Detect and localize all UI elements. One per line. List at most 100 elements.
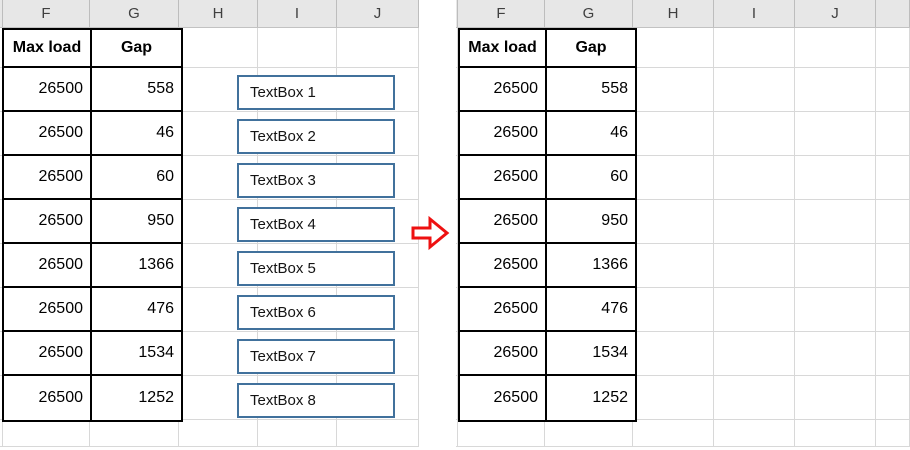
empty-cell[interactable] [458,420,545,447]
empty-cell[interactable] [633,288,714,332]
cell-max-load[interactable]: 26500 [460,244,547,288]
empty-cell[interactable] [714,420,795,447]
textbox-shape[interactable]: TextBox 6 [237,295,395,330]
sheet-before: FGHIJ Max load Gap 26500 558 26500 46 26500 60 2… [0,0,419,447]
cell-max-load[interactable]: 26500 [4,288,92,332]
table-header-cell[interactable]: Gap [547,30,635,68]
cell-max-load[interactable]: 26500 [460,68,547,112]
cell-gap[interactable]: 1534 [547,332,635,376]
table-header-cell[interactable]: Max load [460,30,547,68]
excel-before-after-screenshot: FGHIJ Max load Gap 26500 558 26500 46 26500 60 2… [0,0,910,450]
cell-gap[interactable]: 46 [547,112,635,156]
empty-cell[interactable] [714,28,795,68]
column-header-G[interactable]: G [90,0,179,27]
empty-cell[interactable] [337,28,419,68]
cell-gap[interactable]: 60 [92,156,181,200]
empty-cell[interactable] [795,156,876,200]
cell-gap[interactable]: 950 [547,200,635,244]
empty-cell[interactable] [795,244,876,288]
empty-cell[interactable] [90,420,179,447]
empty-cell[interactable] [714,156,795,200]
empty-cell[interactable] [633,200,714,244]
cell-max-load[interactable]: 26500 [4,156,92,200]
empty-cell[interactable] [714,244,795,288]
empty-cell[interactable] [714,332,795,376]
column-header-G[interactable]: G [545,0,633,27]
empty-cell[interactable] [179,420,258,447]
cell-max-load[interactable]: 26500 [4,68,92,112]
textbox-shape[interactable]: TextBox 8 [237,383,395,418]
column-header-I[interactable]: I [258,0,337,27]
cell-gap[interactable]: 1534 [92,332,181,376]
empty-cell[interactable] [633,376,714,420]
textbox-shape[interactable]: TextBox 4 [237,207,395,242]
empty-cell[interactable] [795,68,876,112]
empty-cell[interactable] [545,420,633,447]
textbox-shape[interactable]: TextBox 3 [237,163,395,198]
cell-gap[interactable]: 558 [92,68,181,112]
column-header-J[interactable]: J [795,0,876,27]
empty-cell[interactable] [714,288,795,332]
empty-cell[interactable] [633,112,714,156]
cell-max-load[interactable]: 26500 [460,288,547,332]
cell-gap[interactable]: 476 [547,288,635,332]
cell-gap[interactable]: 1366 [547,244,635,288]
cell-gap[interactable]: 1252 [92,376,181,420]
cell-max-load[interactable]: 26500 [460,332,547,376]
cell-gap[interactable]: 1366 [92,244,181,288]
empty-cell[interactable] [714,200,795,244]
empty-cell [876,420,910,447]
cell-max-load[interactable]: 26500 [4,200,92,244]
empty-cell[interactable] [633,68,714,112]
cell-gap[interactable]: 60 [547,156,635,200]
column-header-partial [876,0,910,27]
empty-cell[interactable] [795,28,876,68]
cell-max-load[interactable]: 26500 [4,376,92,420]
empty-cell[interactable] [337,420,419,447]
table-header-cell[interactable]: Gap [92,30,181,68]
cell-max-load[interactable]: 26500 [4,332,92,376]
empty-cell[interactable] [633,28,714,68]
empty-cell[interactable] [633,156,714,200]
empty-cell[interactable] [258,28,337,68]
empty-cell[interactable] [714,68,795,112]
sheet-after: FGHIJ Max load Gap 26500 558 26500 46 26500 60 2… [456,0,910,447]
empty-cell[interactable] [633,244,714,288]
empty-cell[interactable] [633,332,714,376]
cell-max-load[interactable]: 26500 [4,244,92,288]
column-header-F[interactable]: F [458,0,545,27]
cell-gap[interactable]: 1252 [547,376,635,420]
textbox-shape[interactable]: TextBox 7 [237,339,395,374]
column-header-J[interactable]: J [337,0,419,27]
cell-gap[interactable]: 46 [92,112,181,156]
textbox-shape[interactable]: TextBox 2 [237,119,395,154]
empty-cell [876,288,910,332]
empty-cell[interactable] [795,112,876,156]
cell-gap[interactable]: 950 [92,200,181,244]
cell-max-load[interactable]: 26500 [460,156,547,200]
textbox-shape[interactable]: TextBox 5 [237,251,395,286]
cell-max-load[interactable]: 26500 [460,112,547,156]
column-header-F[interactable]: F [3,0,90,27]
empty-cell[interactable] [714,112,795,156]
empty-cell[interactable] [714,376,795,420]
empty-cell[interactable] [258,420,337,447]
cell-gap[interactable]: 558 [547,68,635,112]
empty-cell[interactable] [795,420,876,447]
empty-cell[interactable] [795,200,876,244]
column-header-I[interactable]: I [714,0,795,27]
column-header-H[interactable]: H [179,0,258,27]
empty-cell[interactable] [633,420,714,447]
empty-cell[interactable] [795,332,876,376]
empty-cell[interactable] [179,28,258,68]
cell-gap[interactable]: 476 [92,288,181,332]
cell-max-load[interactable]: 26500 [460,376,547,420]
cell-max-load[interactable]: 26500 [460,200,547,244]
empty-cell[interactable] [795,288,876,332]
table-header-cell[interactable]: Max load [4,30,92,68]
column-header-H[interactable]: H [633,0,714,27]
cell-max-load[interactable]: 26500 [4,112,92,156]
empty-cell[interactable] [3,420,90,447]
textbox-shape[interactable]: TextBox 1 [237,75,395,110]
empty-cell[interactable] [795,376,876,420]
